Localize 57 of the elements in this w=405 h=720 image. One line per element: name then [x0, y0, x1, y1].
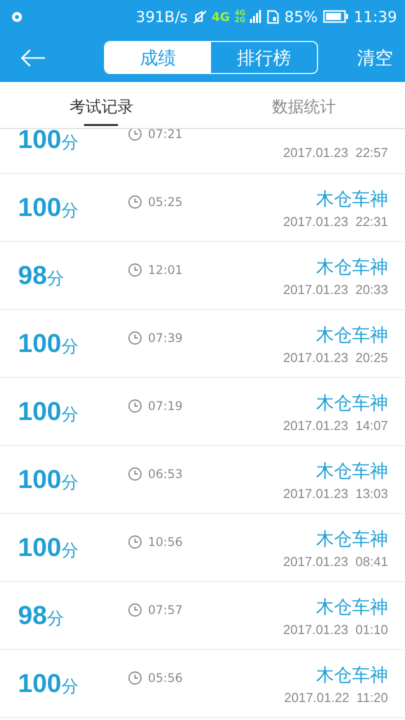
clock-icon — [128, 194, 142, 208]
clock-icon — [128, 262, 142, 276]
clock-icon — [128, 466, 142, 480]
date-time: 2017.01.23 01:10 — [283, 622, 388, 636]
network-type: 4G — [212, 10, 230, 24]
user-name: 木仓车神 — [316, 324, 388, 346]
score: 100分 — [18, 532, 80, 563]
score: 100分 — [18, 129, 80, 155]
date-time: 2017.01.23 14:07 — [283, 418, 388, 432]
date-time: 2017.01.23 20:33 — [283, 282, 388, 296]
score: 100分 — [18, 192, 80, 223]
notification-icon — [10, 10, 24, 22]
date-time: 2017.01.22 11:20 — [284, 690, 388, 704]
sim-card-icon — [267, 10, 280, 24]
duration: 12:01 — [148, 262, 183, 276]
duration: 05:56 — [148, 670, 183, 684]
score: 98分 — [18, 260, 65, 291]
score: 100分 — [18, 396, 80, 427]
clock-icon — [128, 670, 142, 684]
date-time: 2017.01.23 20:25 — [283, 350, 388, 364]
mute-icon — [192, 10, 207, 24]
duration: 07:39 — [148, 330, 183, 344]
battery-icon — [322, 10, 349, 23]
clock-icon — [128, 330, 142, 344]
clock-icon — [128, 398, 142, 412]
clock-icon — [128, 534, 142, 548]
user-name: 木仓车神 — [316, 188, 388, 210]
network-speed: 391B/s — [136, 8, 188, 26]
score: 100分 — [18, 668, 80, 699]
clear-button[interactable]: 清空 — [357, 46, 393, 70]
date-time: 2017.01.23 08:41 — [283, 554, 388, 568]
user-name: 木仓车神 — [316, 256, 388, 278]
date-time: 2017.01.23 22:31 — [283, 214, 388, 228]
duration: 05:25 — [148, 194, 183, 208]
duration: 06:53 — [148, 466, 183, 480]
tab[interactable]: 数据统计 — [272, 86, 336, 128]
duration: 07:19 — [148, 398, 183, 412]
clock-icon — [128, 129, 142, 140]
back-icon[interactable] — [20, 48, 46, 66]
signal-icon — [250, 10, 262, 23]
date-time: 2017.01.23 22:57 — [283, 144, 388, 160]
segment-tab[interactable]: 排行榜 — [211, 42, 317, 73]
score: 100分 — [18, 328, 80, 359]
clock-time: 11:39 — [354, 8, 397, 26]
score: 100分 — [18, 464, 80, 495]
segment-tab[interactable]: 成绩 — [105, 42, 211, 73]
user-name: 木仓车神 — [316, 596, 388, 618]
duration: 07:57 — [148, 602, 183, 616]
clock-icon — [128, 602, 142, 616]
user-name: 木仓车神 — [316, 664, 388, 686]
user-name: 木仓车神 — [316, 392, 388, 414]
date-time: 2017.01.23 13:03 — [283, 486, 388, 500]
battery-percentage: 85% — [284, 8, 318, 26]
user-name: 木仓车神 — [316, 460, 388, 482]
duration: 10:56 — [148, 534, 183, 548]
score: 98分 — [18, 600, 65, 631]
user-name: 木仓车神 — [316, 528, 388, 550]
